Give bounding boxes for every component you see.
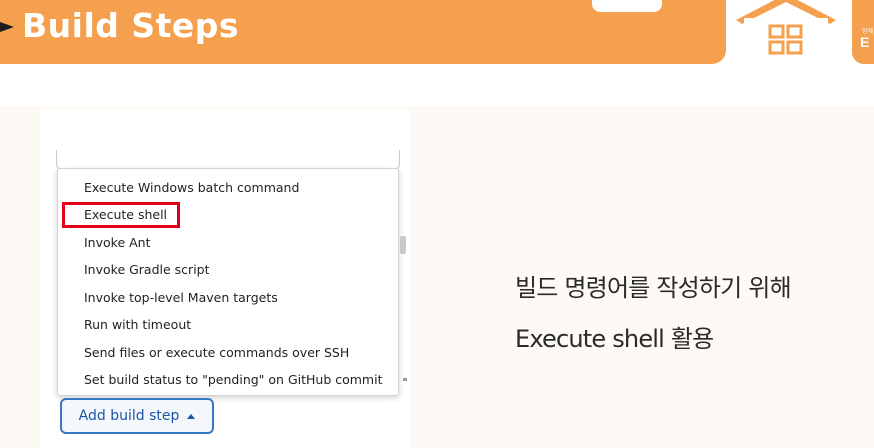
scrollbar-marker	[403, 378, 407, 381]
menu-item-send-files-ssh[interactable]: Send files or execute commands over SSH	[84, 345, 349, 360]
page-title: Build Steps	[22, 6, 240, 45]
house-icon	[736, 0, 836, 66]
scrollbar-thumb[interactable]	[400, 236, 406, 254]
menu-item-github-status[interactable]: Set build status to "pending" on GitHub …	[84, 372, 382, 387]
step-field	[56, 150, 400, 170]
header-decoration	[592, 0, 662, 12]
caret-up-icon	[187, 413, 196, 419]
menu-item-run-with-timeout[interactable]: Run with timeout	[84, 317, 191, 332]
description-line-1: 빌드 명령어를 작성하기 위해	[515, 274, 792, 302]
add-build-step-label: Add build step	[78, 408, 180, 424]
description-line-2: Execute shell 활용	[515, 325, 714, 353]
arrow-icon	[0, 22, 14, 32]
menu-item-invoke-maven[interactable]: Invoke top-level Maven targets	[84, 290, 278, 305]
logo-text: E	[860, 34, 870, 50]
menu-item-invoke-gradle[interactable]: Invoke Gradle script	[84, 262, 210, 277]
menu-item-invoke-ant[interactable]: Invoke Ant	[84, 235, 151, 250]
highlight-box	[62, 202, 180, 228]
menu-item-execute-windows-batch[interactable]: Execute Windows batch command	[84, 180, 299, 195]
add-build-step-button[interactable]: Add build step	[60, 398, 214, 434]
